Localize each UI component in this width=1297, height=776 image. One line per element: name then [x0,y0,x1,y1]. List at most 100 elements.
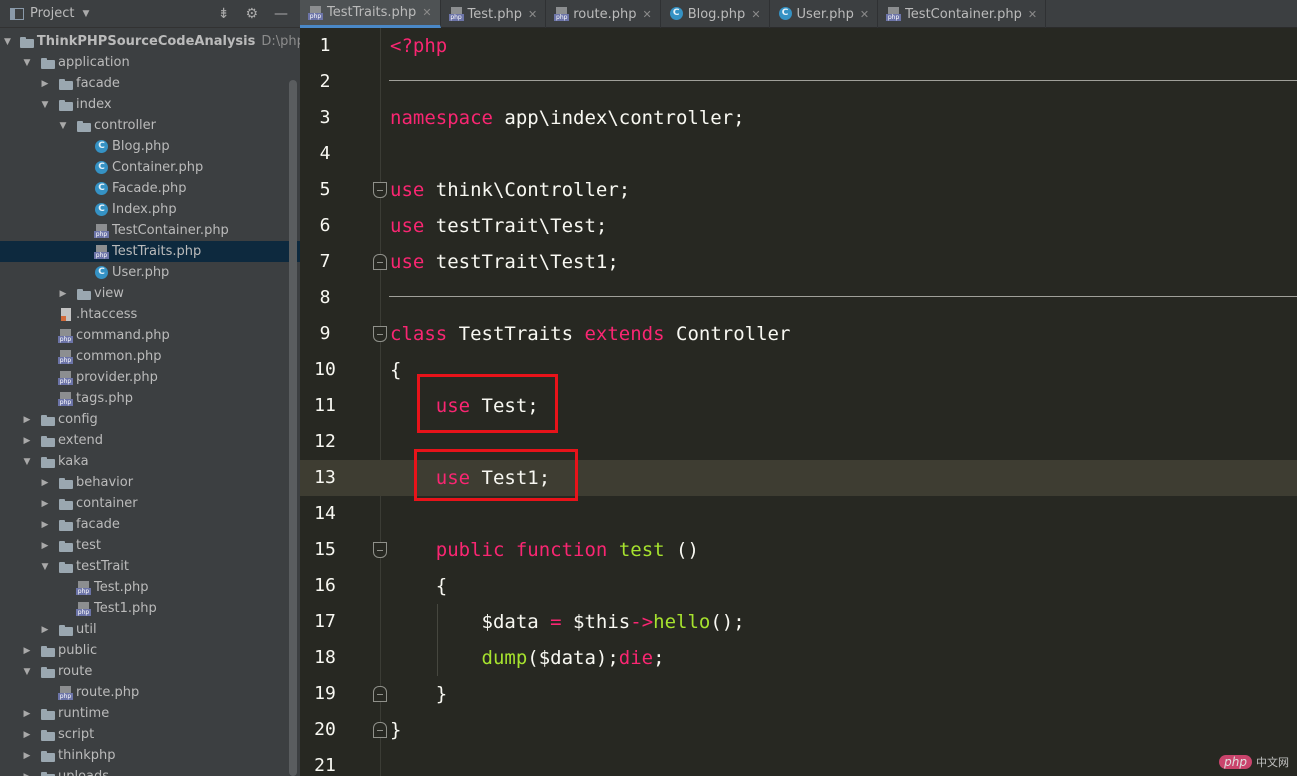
editor-tab[interactable]: User.php ✕ [770,0,879,28]
tree-item[interactable]: ▼ kaka [0,451,300,472]
tree-item[interactable]: ▶ uploads [0,766,300,776]
tree-item[interactable]: ▶ util [0,619,300,640]
code-line[interactable]: 1 <?php [300,28,1297,64]
code-line[interactable]: 16 { [300,568,1297,604]
collapsed-arrow-icon[interactable]: ▶ [40,520,50,530]
tree-item[interactable]: ▶Index.php [0,199,300,220]
expanded-arrow-icon[interactable]: ▼ [22,58,32,68]
code-line[interactable]: 21 [300,748,1297,776]
tree-item[interactable]: ▶ view [0,283,300,304]
tree-item[interactable]: ▶.htaccess [0,304,300,325]
code-line[interactable]: 8 [300,280,1297,316]
tree-item[interactable]: ▶ container [0,493,300,514]
editor-tab[interactable]: Test.php ✕ [441,0,547,28]
tree-item[interactable]: ▶Test1.php [0,598,300,619]
tree-item[interactable]: ▶Container.php [0,157,300,178]
code-line[interactable]: 4 [300,136,1297,172]
tree-item[interactable]: ▶Facade.php [0,178,300,199]
tree-item[interactable]: ▶Blog.php [0,136,300,157]
tree-item[interactable]: ▶TestTraits.php [0,241,300,262]
collapsed-arrow-icon[interactable]: ▶ [40,499,50,509]
tree-item[interactable]: ▼ controller [0,115,300,136]
tree-item[interactable]: ▶provider.php [0,367,300,388]
code-line[interactable]: 9 class TestTraits extends Controller [300,316,1297,352]
tree-item[interactable]: ▶TestContainer.php [0,220,300,241]
code-line[interactable]: 14 [300,496,1297,532]
chevron-down-icon[interactable]: ▼ [82,9,89,19]
collapsed-arrow-icon[interactable]: ▶ [22,646,32,656]
tree-item[interactable]: ▶ thinkphp [0,745,300,766]
fold-start-icon[interactable] [373,542,387,558]
tree-item[interactable]: ▶ runtime [0,703,300,724]
expanded-arrow-icon[interactable]: ▼ [22,667,32,677]
tree-item[interactable]: ▶common.php [0,346,300,367]
collapsed-arrow-icon[interactable]: ▶ [40,541,50,551]
hide-panel-icon[interactable]: — [274,6,288,22]
collapsed-arrow-icon[interactable]: ▶ [40,79,50,89]
tree-scrollbar[interactable] [289,80,297,776]
fold-start-icon[interactable] [373,182,387,198]
tree-item[interactable]: ▶route.php [0,682,300,703]
collapsed-arrow-icon[interactable]: ▶ [40,478,50,488]
code-line[interactable]: 6 use testTrait\Test; [300,208,1297,244]
tree-item[interactable]: ▶ test [0,535,300,556]
close-tab-icon[interactable]: ✕ [422,6,431,19]
collapsed-arrow-icon[interactable]: ▶ [22,730,32,740]
tree-item[interactable]: ▶ script [0,724,300,745]
collapsed-arrow-icon[interactable]: ▶ [58,289,68,299]
tree-item[interactable]: ▼ index [0,94,300,115]
tree-item[interactable]: ▼ ThinkPHPSourceCodeAnalysis D:\phpstudy [0,31,300,52]
project-header[interactable]: Project ▼ ⇟ ⚙ — [0,0,300,28]
tree-item[interactable]: ▶ config [0,409,300,430]
code-line[interactable]: 18 dump($data);die; [300,640,1297,676]
fold-start-icon[interactable] [373,326,387,342]
code-line[interactable]: 19 } [300,676,1297,712]
expanded-arrow-icon[interactable]: ▼ [22,457,32,467]
close-tab-icon[interactable]: ✕ [860,8,869,21]
collapse-all-icon[interactable]: ⇟ [218,6,230,22]
tree-item[interactable]: ▶ behavior [0,472,300,493]
code-line[interactable]: 7 use testTrait\Test1; [300,244,1297,280]
collapsed-arrow-icon[interactable]: ▶ [22,709,32,719]
close-tab-icon[interactable]: ✕ [528,8,537,21]
tree-item[interactable]: ▶ public [0,640,300,661]
expanded-arrow-icon[interactable]: ▼ [4,37,11,47]
expanded-arrow-icon[interactable]: ▼ [40,100,50,110]
collapsed-arrow-icon[interactable]: ▶ [22,415,32,425]
editor-tab[interactable]: TestTraits.php ✕ [300,0,441,28]
code-editor[interactable]: 1 <?php 2 3 namespace app\index\controller; 4… [300,28,1297,776]
collapsed-arrow-icon[interactable]: ▶ [22,436,32,446]
code-line[interactable]: 3 namespace app\index\controller; [300,100,1297,136]
project-title[interactable]: Project [30,6,74,21]
editor-tab[interactable]: Blog.php ✕ [661,0,770,28]
collapsed-arrow-icon[interactable]: ▶ [22,772,32,776]
collapsed-arrow-icon[interactable]: ▶ [22,751,32,761]
code-line[interactable]: 17 $data = $this->hello(); [300,604,1297,640]
expanded-arrow-icon[interactable]: ▼ [58,121,68,131]
close-tab-icon[interactable]: ✕ [1028,8,1037,21]
code-line[interactable]: 2 [300,64,1297,100]
fold-end-icon[interactable] [373,722,387,738]
code-line[interactable]: 15 public function test () [300,532,1297,568]
gear-icon[interactable]: ⚙ [245,6,258,22]
expanded-arrow-icon[interactable]: ▼ [40,562,50,572]
tree-item[interactable]: ▶ facade [0,514,300,535]
fold-end-icon[interactable] [373,686,387,702]
collapsed-arrow-icon[interactable]: ▶ [40,625,50,635]
code-line[interactable]: 20} [300,712,1297,748]
editor-tab[interactable]: TestContainer.php ✕ [878,0,1047,28]
tree-item[interactable]: ▶ extend [0,430,300,451]
tree-item[interactable]: ▼ route [0,661,300,682]
tree-item[interactable]: ▼ testTrait [0,556,300,577]
tree-item[interactable]: ▶Test.php [0,577,300,598]
tree-item[interactable]: ▼ application [0,52,300,73]
tree-item[interactable]: ▶command.php [0,325,300,346]
close-tab-icon[interactable]: ✕ [642,8,651,21]
fold-end-icon[interactable] [373,254,387,270]
tree-item[interactable]: ▶tags.php [0,388,300,409]
tree-item[interactable]: ▶User.php [0,262,300,283]
editor-tab[interactable]: route.php ✕ [546,0,661,28]
tree-item[interactable]: ▶ facade [0,73,300,94]
close-tab-icon[interactable]: ✕ [751,8,760,21]
code-line[interactable]: 5 use think\Controller; [300,172,1297,208]
